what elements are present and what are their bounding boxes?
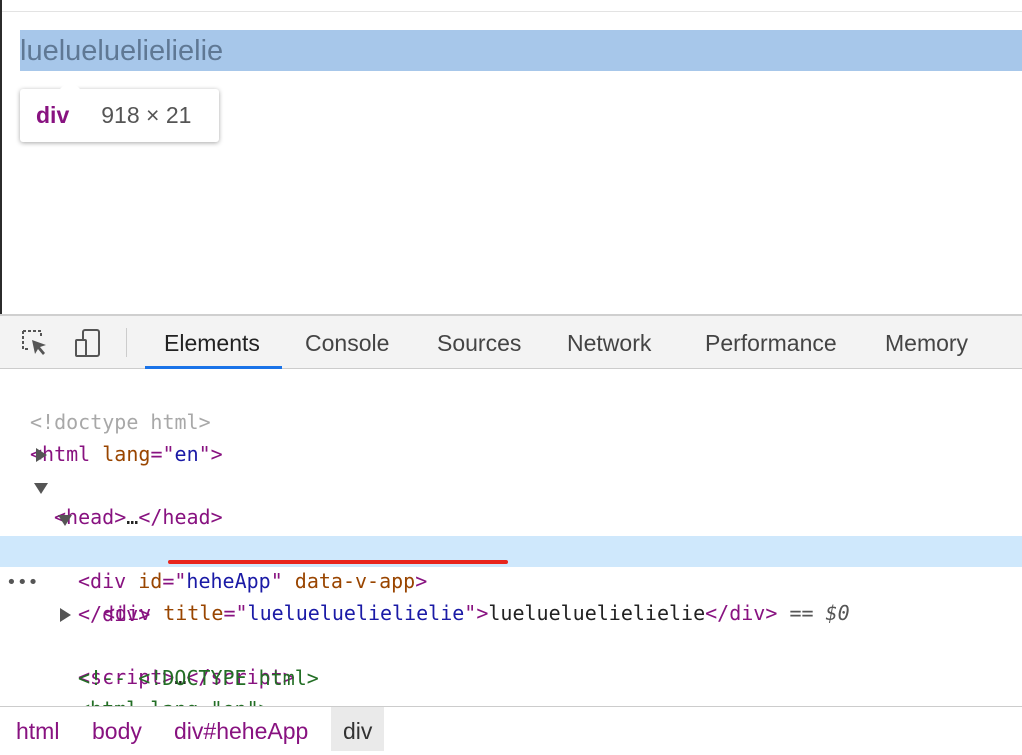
red-underline-annotation	[168, 560, 508, 564]
device-toolbar-icon[interactable]	[73, 328, 103, 358]
page-top-divider	[2, 11, 1022, 12]
dom-node-div-app[interactable]: <div id="heheApp" data-v-app>	[0, 504, 1022, 593]
dom-node-body[interactable]: <body>	[0, 472, 1022, 561]
tab-console[interactable]: Console	[305, 316, 389, 369]
breadcrumb: html body div#heheApp div	[0, 706, 1022, 751]
tab-performance[interactable]: Performance	[705, 316, 837, 369]
dom-node-doctype[interactable]: <!doctype html>	[0, 376, 1022, 434]
tab-elements[interactable]: Elements	[164, 316, 260, 369]
dom-node-selected-div[interactable]: ••• <div title="luelueluelielielie">luel…	[0, 536, 1022, 625]
inspect-element-icon[interactable]	[20, 328, 50, 358]
breadcrumb-html[interactable]: html	[16, 707, 59, 751]
highlighted-element-text: luelueluelielielie	[20, 35, 224, 67]
tab-sources[interactable]: Sources	[437, 316, 521, 369]
collapse-triangle-icon[interactable]	[34, 483, 48, 494]
tab-memory[interactable]: Memory	[885, 316, 968, 369]
dom-tree[interactable]: <!doctype html> <html lang="en"> <head>……	[0, 370, 1022, 706]
dom-node-comment-line[interactable]: <html lang="en">	[0, 663, 1022, 706]
tooltip-tag-name: div	[36, 102, 70, 128]
tab-network[interactable]: Network	[567, 316, 651, 369]
inspect-tooltip: div 918 × 21	[20, 79, 219, 142]
comment-line-2: <html lang="en">	[78, 694, 271, 706]
collapse-triangle-icon[interactable]	[58, 515, 72, 526]
dom-node-div-close[interactable]: </div>	[0, 568, 1022, 626]
expand-triangle-icon[interactable]	[60, 608, 71, 622]
tooltip-dimensions: 918 × 21	[101, 102, 192, 128]
dom-node-html[interactable]: <html lang="en">	[0, 408, 1022, 466]
breadcrumb-div[interactable]: div	[331, 707, 385, 751]
breadcrumb-div-heheapp[interactable]: div#heheApp	[174, 707, 308, 751]
devtools-toolbar: Elements Console Sources Network Perform…	[0, 316, 1022, 369]
active-tab-indicator	[145, 366, 282, 369]
dom-node-head[interactable]: <head>…</head>	[0, 440, 1022, 529]
page-viewport: luelueluelielielie div 918 × 21	[0, 0, 1022, 314]
dom-node-script[interactable]: <script>…</script>	[0, 600, 1022, 689]
expand-triangle-icon[interactable]	[36, 448, 47, 462]
toolbar-separator	[126, 328, 127, 357]
breadcrumb-body[interactable]: body	[92, 707, 142, 751]
dom-node-comment[interactable]: <!-- <!DOCTYPE html>	[0, 632, 1022, 690]
